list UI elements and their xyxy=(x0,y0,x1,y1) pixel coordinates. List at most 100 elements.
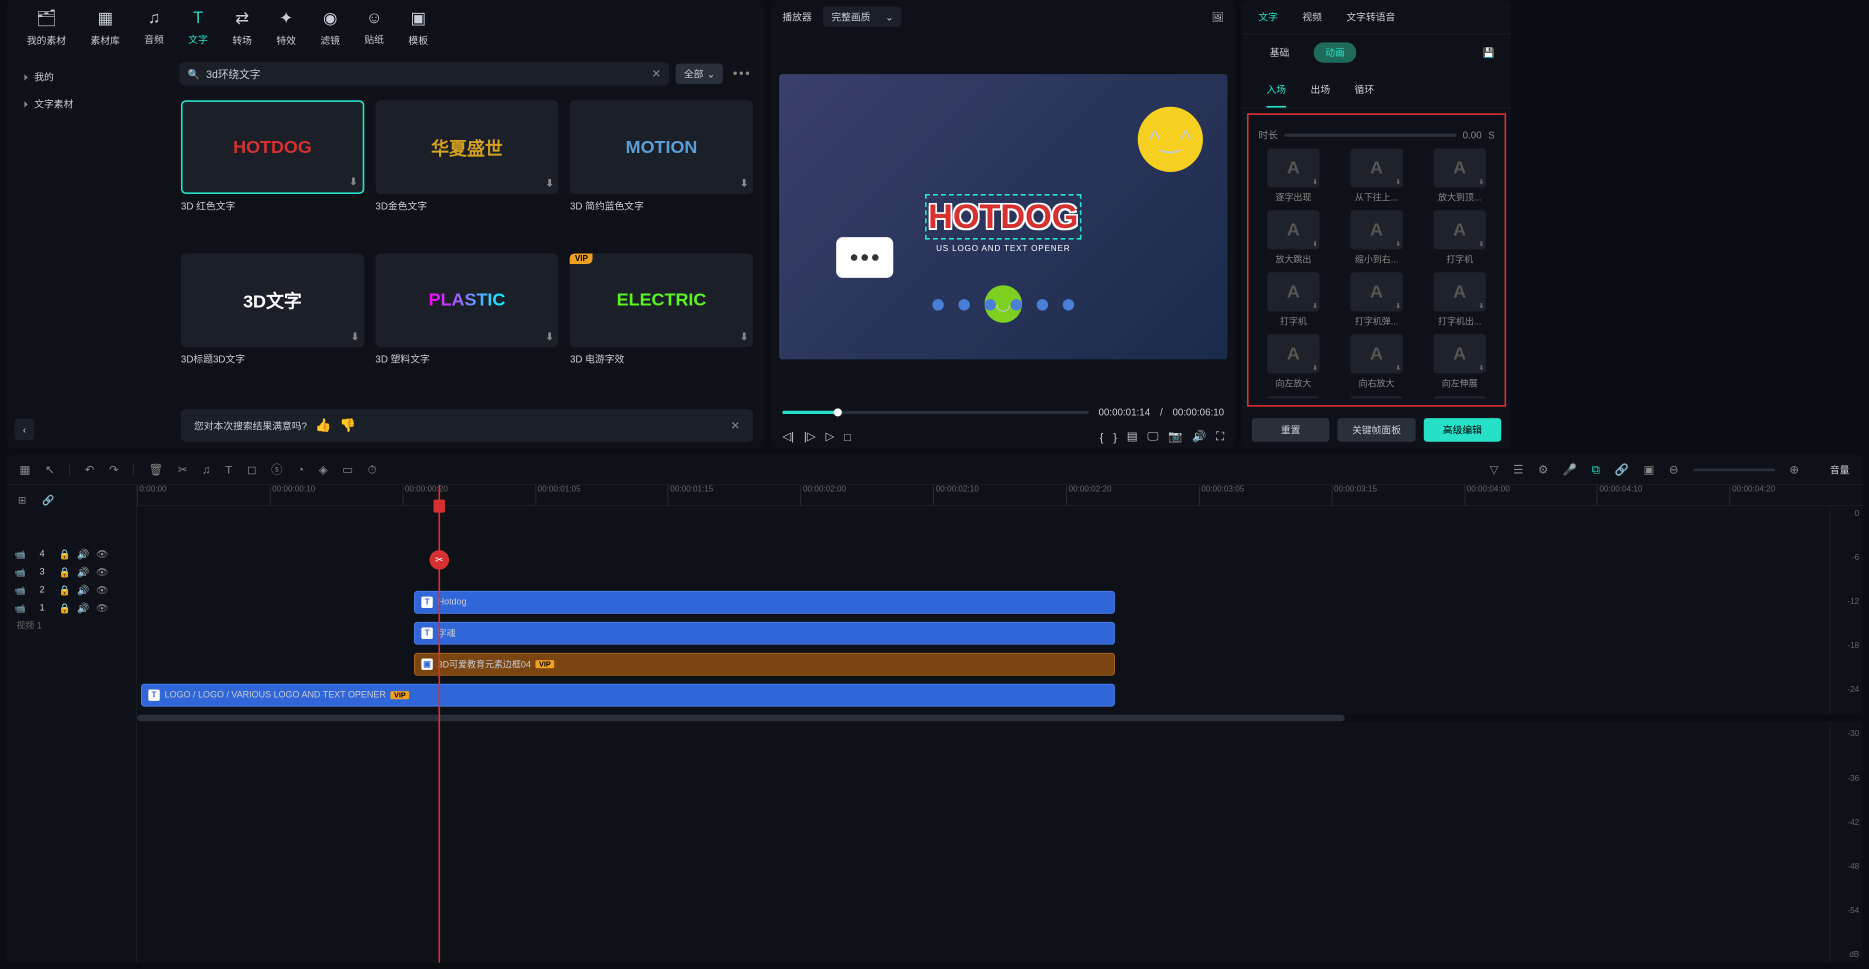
track-toggle[interactable]: 🔊 xyxy=(77,548,89,559)
asset-item-0[interactable]: HOTDOG⬇3D 红色文字 xyxy=(181,100,364,241)
zoom-slider[interactable] xyxy=(1693,468,1775,470)
zoom-out-button[interactable]: ⊖ xyxy=(1669,463,1679,477)
animation-item-9[interactable]: A⬇向左放大 xyxy=(1255,334,1332,389)
camera-icon[interactable]: 📹 xyxy=(15,585,26,596)
animation-item-12[interactable]: A⬇向右拉伸 xyxy=(1255,396,1332,398)
property-tab-1[interactable]: 视频 xyxy=(1302,10,1322,24)
animation-item-3[interactable]: A⬇放大跳出 xyxy=(1255,210,1332,265)
layout-mode-button[interactable]: ⊞ xyxy=(13,491,31,509)
prev-frame-button[interactable]: ◁| xyxy=(782,430,794,444)
animation-item-8[interactable]: A⬇打字机出... xyxy=(1421,272,1498,327)
download-icon[interactable]: ⬇ xyxy=(740,178,748,189)
magnet-tool[interactable]: ⧉ xyxy=(1592,463,1600,477)
camera-icon[interactable]: 📹 xyxy=(15,567,26,578)
clip[interactable]: ▣3D可爱教育元素边框04VIP xyxy=(414,653,1115,676)
top-tab-7[interactable]: ☺贴纸 xyxy=(364,9,384,46)
link-mode-button[interactable]: 🔗 xyxy=(38,491,60,509)
close-feedback-button[interactable]: ✕ xyxy=(730,419,740,433)
crop-tool[interactable]: ◻ xyxy=(247,463,256,477)
track-toggle[interactable]: 🔒 xyxy=(58,566,70,577)
brace-open-button[interactable]: { xyxy=(1100,430,1104,443)
animation-item-4[interactable]: A⬇缩小到右... xyxy=(1338,210,1415,265)
text-tool[interactable]: T xyxy=(225,463,232,476)
animation-item-6[interactable]: A⬇打字机 xyxy=(1255,272,1332,327)
anim-tab-2[interactable]: 循环 xyxy=(1355,77,1375,101)
anim-tab-1[interactable]: 出场 xyxy=(1311,77,1331,101)
search-input[interactable] xyxy=(206,68,645,80)
box-tool[interactable]: ▣ xyxy=(1643,463,1654,477)
animation-item-13[interactable]: A⬇逐字放大 xyxy=(1338,396,1415,398)
cut-button[interactable]: ✂ xyxy=(178,463,188,477)
track-row-0[interactable]: THotdog xyxy=(137,591,1863,617)
download-icon[interactable]: ⬇ xyxy=(545,178,553,189)
property-tab-0[interactable]: 文字 xyxy=(1258,10,1278,24)
track-toggle[interactable]: 👁 xyxy=(96,548,108,559)
thumbs-down-button[interactable]: 👎 xyxy=(340,417,356,433)
animation-item-7[interactable]: A⬇打字机弹... xyxy=(1338,272,1415,327)
preview-canvas[interactable]: ^‿^ HOTDOG US LOGO AND TEXT OPENER ◡ xyxy=(779,74,1227,359)
next-frame-button[interactable]: |▷ xyxy=(804,430,816,444)
top-tab-0[interactable]: 🗂我的素材 xyxy=(27,8,66,47)
brace-close-button[interactable]: } xyxy=(1113,430,1117,443)
clear-search-button[interactable]: ✕ xyxy=(651,67,661,81)
adjust-tool[interactable]: ⚙ xyxy=(1538,463,1548,477)
track-toggle[interactable]: 👁 xyxy=(96,584,108,595)
more-button[interactable]: ••• xyxy=(730,63,755,84)
mark-tool[interactable]: ▽ xyxy=(1490,463,1499,477)
tag-tool[interactable]: ◈ xyxy=(319,463,328,477)
asset-thumb[interactable]: ELECTRICVIP⬇ xyxy=(570,253,753,347)
save-preset-button[interactable]: 💾 xyxy=(1483,47,1495,58)
audio-tool[interactable]: ♫ xyxy=(202,463,211,476)
track-row-2[interactable]: ▣3D可爱教育元素边框04VIP xyxy=(137,653,1863,679)
top-tab-2[interactable]: ♫音频 xyxy=(144,9,164,46)
playhead[interactable] xyxy=(438,485,440,963)
download-icon[interactable]: ⬇ xyxy=(740,330,748,341)
clip[interactable]: T字魂 xyxy=(414,622,1115,645)
track-toggle[interactable]: 🔒 xyxy=(58,602,70,613)
advanced-edit-button[interactable]: 高级编辑 xyxy=(1424,418,1502,442)
camera-icon[interactable]: 📹 xyxy=(15,549,26,560)
list-tool[interactable]: ☰ xyxy=(1513,463,1523,477)
track-row-1[interactable]: T字魂 xyxy=(137,622,1863,648)
keyframe-panel-button[interactable]: 关键帧面板 xyxy=(1338,418,1416,442)
top-tab-8[interactable]: ▣模板 xyxy=(408,8,428,47)
track-toggle[interactable]: 🔒 xyxy=(58,584,70,595)
duration-value[interactable]: 0.00 xyxy=(1463,129,1482,140)
snapshot-button[interactable]: 🖼 xyxy=(1212,11,1224,22)
delete-button[interactable]: 🗑 xyxy=(149,463,163,477)
animation-item-1[interactable]: A⬇从下往上... xyxy=(1338,148,1415,203)
asset-thumb[interactable]: HOTDOG⬇ xyxy=(181,100,364,194)
animation-item-14[interactable]: A⬇圆形放大 xyxy=(1421,396,1498,398)
top-tab-1[interactable]: ▦素材库 xyxy=(90,8,119,47)
asset-item-5[interactable]: ELECTRICVIP⬇3D 电游字效 xyxy=(570,253,753,394)
track-toggle[interactable]: 🔊 xyxy=(77,602,89,613)
undo-button[interactable]: ↶ xyxy=(85,463,95,477)
side-nav-item-0[interactable]: 我的 xyxy=(15,64,162,91)
asset-item-4[interactable]: PLASTIC⬇3D 塑料文字 xyxy=(375,253,558,394)
quality-select[interactable]: 完整画质 ⌄ xyxy=(823,7,901,27)
mic-tool[interactable]: 🎤 xyxy=(1563,463,1577,477)
frame-tool[interactable]: ▭ xyxy=(342,463,353,477)
track-toggle[interactable]: 🔊 xyxy=(77,566,89,577)
clip[interactable]: TLOGO / LOGO / VARIOUS LOGO AND TEXT OPE… xyxy=(141,684,1115,707)
back-button[interactable]: ‹ xyxy=(15,419,35,440)
track-toggle[interactable]: 👁 xyxy=(96,566,108,577)
animation-item-11[interactable]: A⬇向左伸展 xyxy=(1421,334,1498,389)
zoom-in-button[interactable]: ⊕ xyxy=(1789,463,1799,477)
animation-item-10[interactable]: A⬇向右放大 xyxy=(1338,334,1415,389)
duration-slider[interactable] xyxy=(1284,133,1456,136)
redo-button[interactable]: ↷ xyxy=(109,463,119,477)
animation-item-0[interactable]: A⬇逐字出现 xyxy=(1255,148,1332,203)
fullscreen-button[interactable]: ⛶ xyxy=(1216,430,1224,444)
layout-button[interactable]: ▤ xyxy=(1127,430,1138,444)
pointer-tool[interactable]: ↖ xyxy=(45,463,55,477)
thumbs-up-button[interactable]: 👍 xyxy=(315,417,331,433)
download-icon[interactable]: ⬇ xyxy=(545,330,553,341)
preview-main-text[interactable]: HOTDOG xyxy=(928,197,1078,236)
download-icon[interactable]: ⬇ xyxy=(349,176,357,187)
sub-tab-1[interactable]: 动画 xyxy=(1314,42,1356,62)
download-icon[interactable]: ⬇ xyxy=(351,330,359,341)
play-button[interactable]: ▷ xyxy=(825,430,834,444)
track-toggle[interactable]: 🔒 xyxy=(58,548,70,559)
asset-item-3[interactable]: 3D文字⬇3D标题3D文字 xyxy=(181,253,364,394)
